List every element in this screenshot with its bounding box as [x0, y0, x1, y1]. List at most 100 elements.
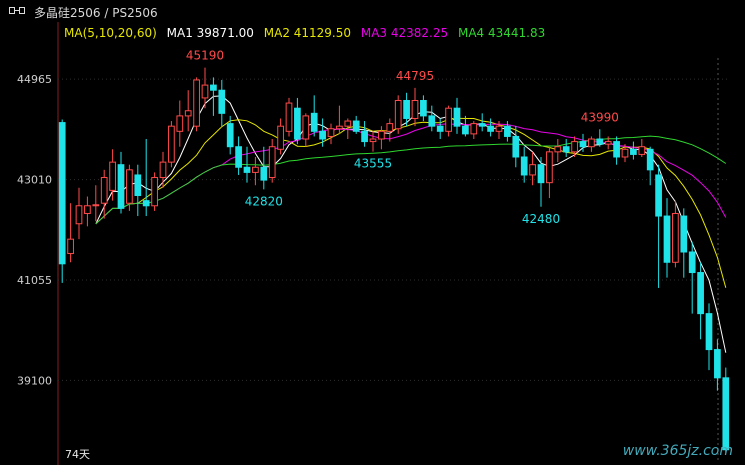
candle-body	[369, 138, 377, 143]
candle-body	[84, 205, 91, 214]
candle-body	[630, 148, 637, 155]
candle-body	[201, 84, 209, 99]
candle-body	[243, 166, 251, 173]
candle	[252, 156, 259, 186]
candle	[445, 105, 452, 137]
period-count: 74天	[65, 448, 90, 461]
candle	[562, 139, 570, 157]
candle	[714, 339, 721, 391]
candle	[613, 136, 620, 165]
candle-body	[722, 377, 730, 451]
price-annotation: 42480	[522, 212, 560, 226]
candle-body	[688, 251, 696, 274]
candle	[529, 151, 536, 186]
candle	[520, 146, 528, 183]
candle-body	[672, 212, 679, 263]
candle	[117, 151, 125, 214]
candle	[92, 185, 100, 222]
candle-body	[529, 164, 536, 176]
candle	[277, 118, 284, 155]
candle-body	[277, 125, 284, 150]
candle	[663, 198, 671, 278]
candles	[58, 67, 730, 453]
candle	[705, 303, 713, 371]
candle	[655, 164, 662, 288]
ma-line-ma1	[95, 95, 727, 353]
candle-body	[571, 141, 578, 153]
ma-lines	[95, 95, 727, 353]
price-annotation: 45190	[186, 49, 224, 63]
candle-body	[378, 130, 385, 140]
candle	[58, 119, 66, 283]
grid	[57, 22, 730, 465]
watermark: www.365jz.com	[622, 443, 733, 459]
candle-body	[100, 177, 108, 204]
candle	[453, 97, 461, 134]
candle-body	[336, 125, 343, 130]
candle	[672, 200, 679, 268]
candle-body	[579, 141, 587, 148]
candle	[512, 126, 520, 168]
candle	[394, 95, 402, 134]
candle-body	[142, 200, 150, 207]
candle	[554, 139, 562, 163]
ma-line-ma2	[95, 117, 727, 288]
candle-body	[75, 205, 83, 225]
y-tick-label: 43010	[17, 174, 52, 187]
candle	[268, 139, 276, 183]
candle	[630, 141, 637, 160]
candle-body	[562, 146, 570, 153]
candle	[193, 77, 200, 132]
candle-body	[260, 166, 268, 181]
candle	[596, 129, 604, 147]
candle-body	[638, 146, 646, 155]
candle-body	[428, 115, 436, 127]
candle	[411, 87, 419, 127]
candle	[184, 90, 192, 132]
candlestick-chart[interactable]: 45190 42820 43555 44795 42480 43990 44965 4301…	[0, 0, 745, 465]
candle-body	[226, 123, 234, 148]
candle	[294, 97, 301, 145]
candle	[327, 123, 335, 145]
candle-body	[596, 138, 604, 145]
candle	[109, 149, 116, 201]
candle-body	[67, 238, 74, 255]
candle-body	[268, 146, 276, 179]
candle	[638, 139, 646, 157]
candle-body	[117, 164, 125, 209]
candle	[151, 172, 158, 211]
candle-body	[445, 107, 452, 132]
y-tick-labels: 44965 43010 41055 39100	[17, 73, 52, 387]
candle-body	[680, 215, 688, 253]
candle	[470, 121, 478, 140]
candle	[688, 241, 696, 314]
candle-body	[478, 123, 486, 127]
y-tick-label: 41055	[17, 274, 52, 287]
price-annotation: 44795	[396, 69, 434, 83]
candle-body	[403, 99, 410, 119]
annotations: 45190 42820 43555 44795 42480 43990	[186, 49, 619, 226]
candle-body	[554, 146, 562, 153]
candle-body	[294, 107, 301, 140]
candle	[378, 126, 385, 150]
candle-body	[613, 141, 620, 158]
candle	[302, 113, 310, 147]
candle-body	[537, 164, 545, 184]
candle-body	[134, 174, 142, 197]
candle-body	[411, 99, 419, 119]
candle-body	[386, 123, 394, 132]
candle	[697, 262, 704, 340]
candle	[478, 113, 486, 132]
candle-body	[168, 125, 175, 163]
candle	[352, 115, 360, 134]
candle-body	[176, 115, 184, 132]
candle-body	[462, 125, 469, 135]
candle-body	[92, 204, 100, 207]
candle-body	[319, 130, 326, 140]
candle-body	[210, 84, 217, 91]
price-annotation: 43990	[581, 110, 619, 124]
price-annotation: 43555	[354, 157, 392, 171]
candle	[588, 136, 595, 152]
candle	[75, 187, 83, 240]
candle	[218, 79, 226, 127]
